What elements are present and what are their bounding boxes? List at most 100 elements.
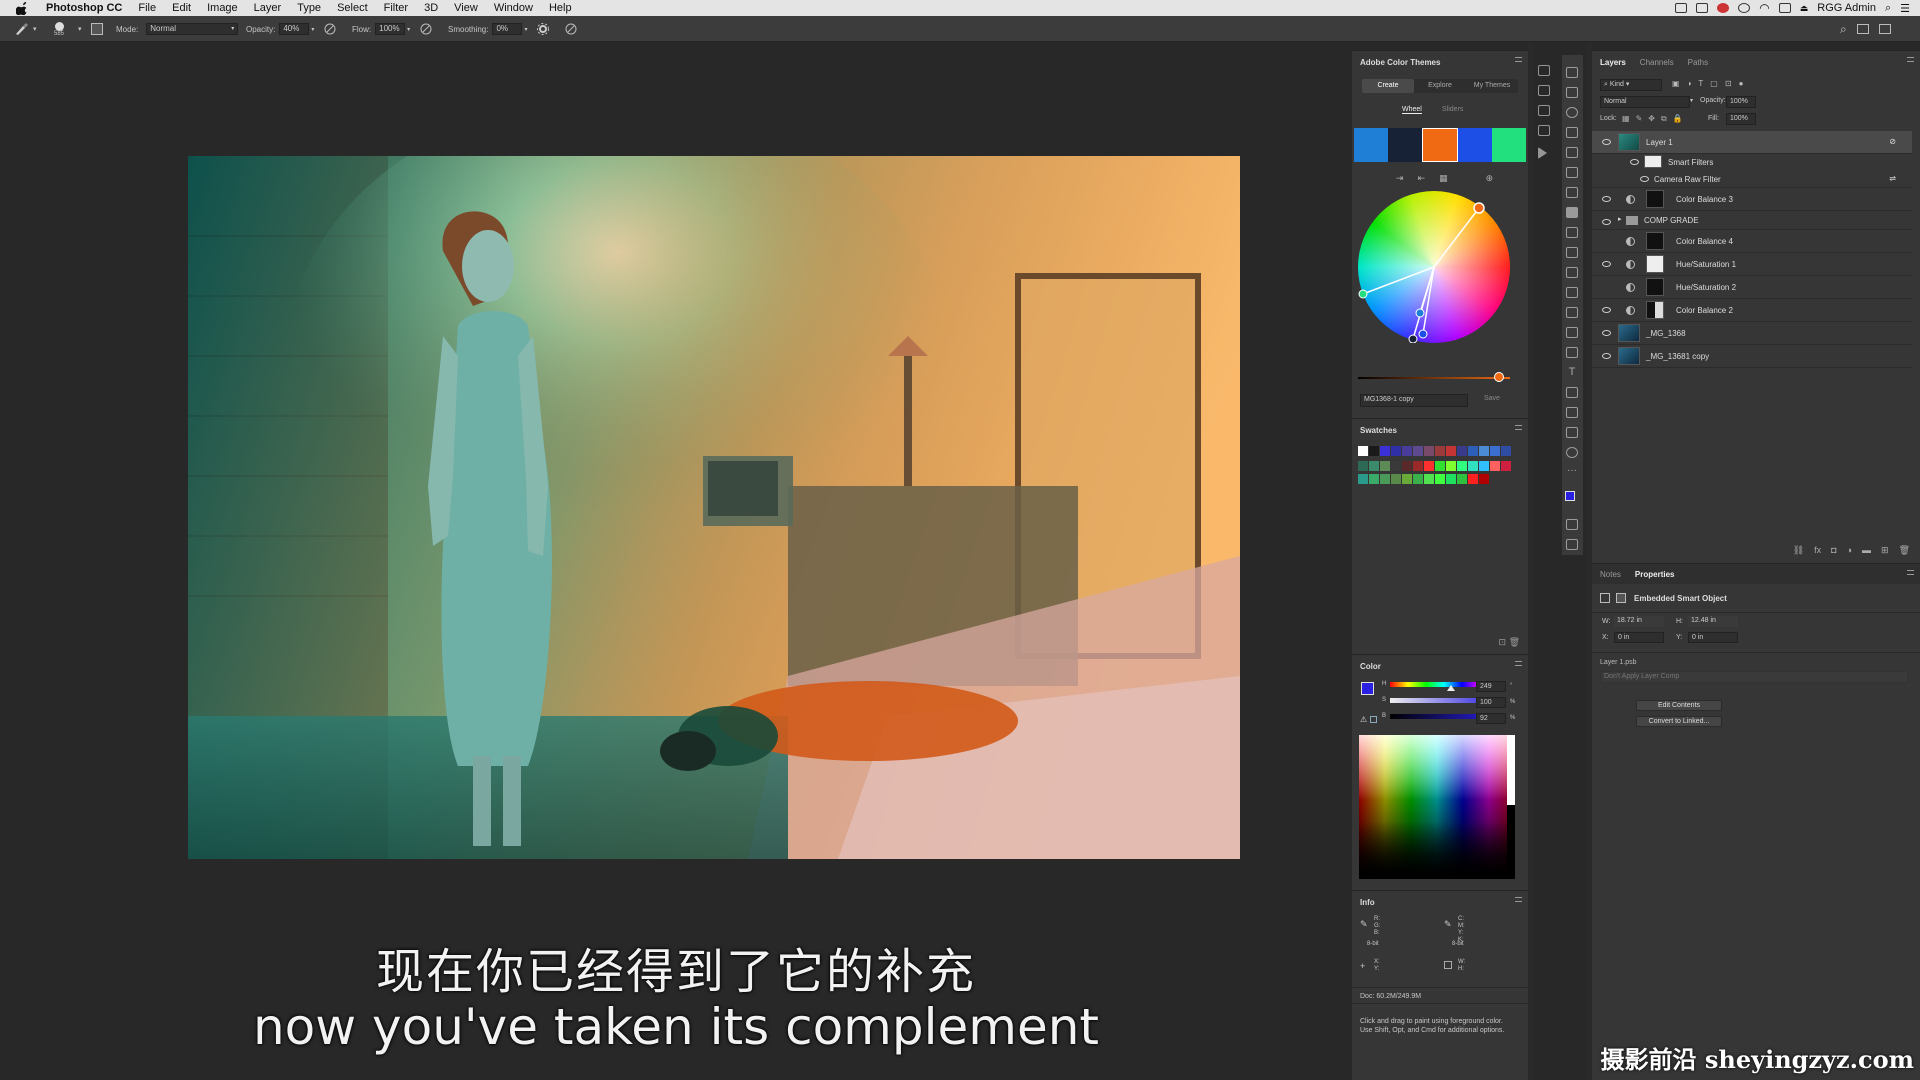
swatch[interactable]: [1391, 446, 1401, 456]
save-theme-button[interactable]: Save: [1484, 395, 1500, 402]
swatch[interactable]: [1446, 474, 1456, 484]
clone-source-icon[interactable]: [1538, 85, 1550, 96]
menu-help[interactable]: Help: [541, 2, 580, 14]
b-value-field[interactable]: 92: [1476, 713, 1506, 724]
tab-properties[interactable]: Properties: [1635, 570, 1675, 579]
layer-comp-select[interactable]: Don't Apply Layer Comp: [1600, 671, 1908, 683]
width-field[interactable]: 18.72 in: [1614, 616, 1664, 627]
fill-field[interactable]: 100%: [1726, 113, 1756, 125]
swatch[interactable]: [1369, 446, 1379, 456]
color-themes-title[interactable]: Adobe Color Themes: [1360, 58, 1440, 67]
airbrush-icon[interactable]: [420, 23, 432, 35]
swatch[interactable]: [1468, 461, 1478, 471]
brush-preset-picker[interactable]: 585: [54, 16, 64, 42]
color-spectrum[interactable]: [1359, 735, 1515, 879]
menu-select[interactable]: Select: [329, 2, 376, 14]
panel-menu-icon[interactable]: [1515, 57, 1522, 62]
swatch[interactable]: [1402, 446, 1412, 456]
white-swatch[interactable]: [1507, 735, 1515, 805]
swatch[interactable]: [1358, 474, 1368, 484]
layer-opacity-field[interactable]: 100%: [1726, 96, 1756, 108]
lock-position-icon[interactable]: ✥: [1648, 114, 1655, 124]
theme-swatch[interactable]: [1354, 128, 1388, 162]
notification-list-icon[interactable]: ☰: [1900, 2, 1910, 15]
tab-create[interactable]: Create: [1362, 79, 1414, 93]
swatch[interactable]: [1369, 474, 1379, 484]
new-swatch-icon[interactable]: ⊡: [1498, 637, 1506, 648]
color-rule-icon[interactable]: ⊕: [1486, 173, 1494, 184]
menu-3d[interactable]: 3D: [416, 2, 446, 14]
theme-swatch[interactable]: [1388, 128, 1422, 162]
app-name[interactable]: Photoshop CC: [40, 2, 130, 14]
workspace-icon[interactable]: [1856, 24, 1869, 34]
layer-row[interactable]: _MG_13681 copy: [1592, 345, 1912, 368]
subtab-wheel[interactable]: Wheel: [1402, 106, 1422, 114]
trash-icon[interactable]: 🗑: [1509, 637, 1520, 648]
eraser-tool-icon[interactable]: [1566, 267, 1578, 278]
color-title[interactable]: Color: [1360, 662, 1381, 671]
set-base-color-icon[interactable]: ⇤: [1418, 173, 1426, 184]
theme-swatch[interactable]: [1492, 128, 1526, 162]
swatch[interactable]: [1446, 461, 1456, 471]
y-field[interactable]: 0 in: [1688, 632, 1738, 643]
layer-row[interactable]: Layer 1 ⊘: [1592, 131, 1912, 154]
theme-swatch[interactable]: [1422, 128, 1458, 162]
swatch[interactable]: [1358, 446, 1368, 456]
more-tools-icon[interactable]: ···: [1566, 466, 1578, 478]
black-swatch[interactable]: [1507, 805, 1515, 879]
tab-notes[interactable]: Notes: [1600, 570, 1621, 579]
s-value-field[interactable]: 100: [1476, 697, 1506, 708]
filter-toggle-icon[interactable]: ●: [1739, 79, 1744, 88]
brush-tool-icon[interactable]: ▾: [14, 16, 37, 42]
blend-mode-select[interactable]: Normal: [1600, 96, 1690, 108]
opacity-field[interactable]: 40%: [279, 23, 310, 35]
layer-row[interactable]: Color Balance 3: [1592, 188, 1912, 211]
tab-channels[interactable]: Channels: [1640, 58, 1674, 67]
globe-icon[interactable]: [1738, 3, 1751, 13]
foreground-color-swatch[interactable]: [1361, 682, 1374, 695]
swatch[interactable]: [1402, 474, 1412, 484]
hand-tool-icon[interactable]: [1566, 427, 1578, 438]
smoothing-arrow-icon[interactable]: ▾: [524, 26, 527, 33]
swatch[interactable]: [1501, 446, 1511, 456]
layer-row[interactable]: _MG_1368: [1592, 322, 1912, 345]
add-mask-icon[interactable]: ◘: [1831, 545, 1836, 556]
tool-presets-icon[interactable]: [1538, 105, 1550, 116]
layer-row[interactable]: Color Balance 4: [1592, 230, 1912, 253]
marquee-tool-icon[interactable]: [1566, 87, 1578, 98]
visibility-eye-icon[interactable]: [1640, 176, 1649, 182]
eyedropper-tool-icon[interactable]: [1566, 167, 1578, 178]
panel-menu-icon[interactable]: [1515, 661, 1522, 666]
chevron-down-icon[interactable]: ▸: [1618, 215, 1622, 223]
visibility-eye-icon[interactable]: [1602, 139, 1611, 145]
info-title[interactable]: Info: [1360, 898, 1375, 907]
quick-mask-icon[interactable]: [1566, 519, 1578, 530]
link-layers-icon[interactable]: ⛓: [1793, 545, 1804, 556]
gamut-warning-icon[interactable]: ⚠: [1360, 715, 1367, 724]
menu-filter[interactable]: Filter: [376, 2, 416, 14]
menu-view[interactable]: View: [446, 2, 486, 14]
visibility-eye-icon[interactable]: [1602, 353, 1611, 359]
brush-picker-arrow-icon[interactable]: ▾: [78, 16, 82, 42]
apple-icon[interactable]: [16, 1, 30, 15]
brush-settings-toggle[interactable]: [91, 16, 103, 42]
swatch[interactable]: [1457, 461, 1467, 471]
height-field[interactable]: 12.48 in: [1688, 616, 1738, 627]
healing-brush-tool-icon[interactable]: [1566, 187, 1578, 198]
menu-window[interactable]: Window: [486, 2, 541, 14]
visibility-eye-icon[interactable]: [1602, 261, 1611, 267]
hue-slider-handle[interactable]: [1447, 685, 1455, 691]
smart-filter-icon[interactable]: ⊘: [1889, 137, 1896, 146]
new-adjustment-icon[interactable]: ◑: [1847, 545, 1852, 556]
add-color-icon[interactable]: ⇥: [1396, 173, 1404, 184]
menu-edit[interactable]: Edit: [164, 2, 199, 14]
swatch[interactable]: [1457, 446, 1467, 456]
layer-row[interactable]: Camera Raw Filter ⇌: [1592, 170, 1912, 188]
swatch[interactable]: [1424, 474, 1434, 484]
grid-icon[interactable]: ▦: [1439, 173, 1448, 184]
swatch[interactable]: [1468, 446, 1478, 456]
quick-select-tool-icon[interactable]: [1566, 127, 1578, 138]
stamp-tool-icon[interactable]: [1566, 227, 1578, 238]
edit-contents-button[interactable]: Edit Contents: [1636, 700, 1722, 711]
swatch[interactable]: [1435, 446, 1445, 456]
